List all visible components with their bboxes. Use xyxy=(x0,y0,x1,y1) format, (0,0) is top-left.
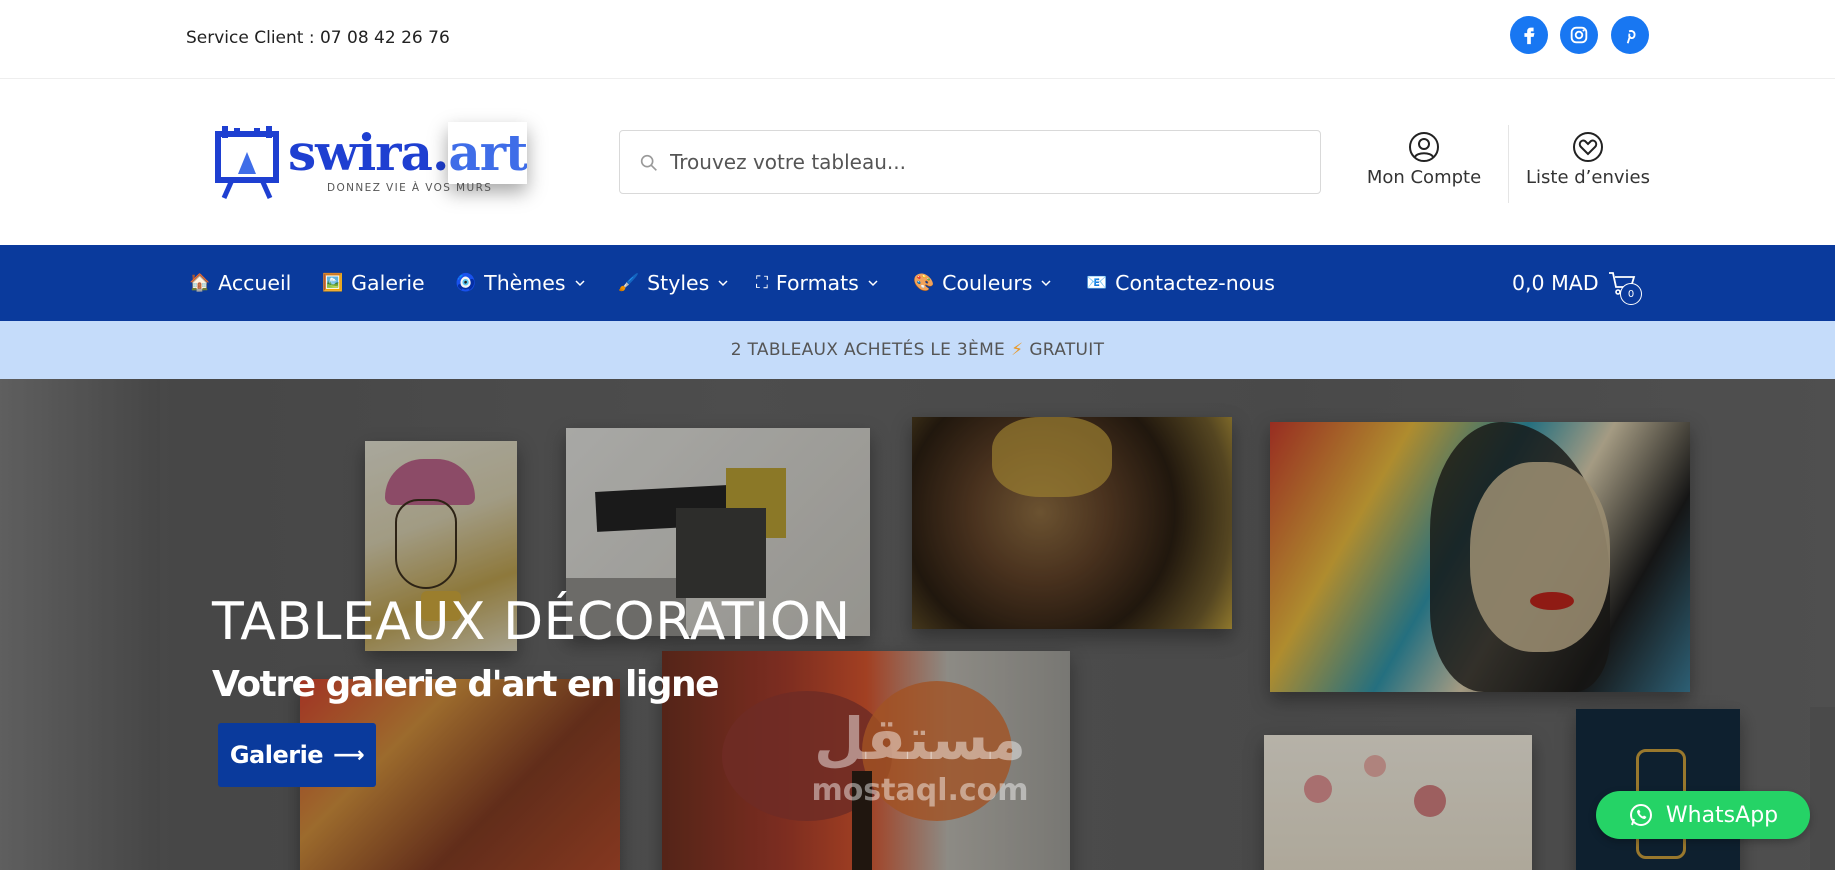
picture-icon: 🖼️ xyxy=(322,273,344,293)
logo-tld: art xyxy=(448,123,528,182)
account-link[interactable]: Mon Compte xyxy=(1358,131,1490,195)
logo-brand: swira xyxy=(288,123,433,182)
chevron-down-icon xyxy=(868,280,878,287)
facebook-icon[interactable] xyxy=(1510,16,1548,54)
wishlist-label: Liste d’envies xyxy=(1526,167,1650,188)
nav-item-styles[interactable]: 🖌️ Styles xyxy=(618,245,729,321)
nav-item-galerie[interactable]: 🖼️ Galerie xyxy=(322,245,425,321)
hero-title: TABLEAUX DÉCORATION xyxy=(212,592,851,652)
brush-icon: 🖌️ xyxy=(618,273,640,293)
galerie-button-label: Galerie xyxy=(229,741,324,769)
search-input[interactable] xyxy=(670,131,1300,193)
palette-icon: 🎨 xyxy=(913,273,935,293)
whatsapp-icon xyxy=(1629,804,1652,826)
cart-count-badge: 0 xyxy=(1620,283,1642,305)
nav-item-themes[interactable]: 🧿 Thèmes xyxy=(455,245,586,321)
logo-tagline: DONNEZ VIE À VOS MURS xyxy=(327,182,493,194)
chevron-down-icon xyxy=(575,280,585,287)
nav-label: Thèmes xyxy=(484,271,566,295)
promo-text-after: GRATUIT xyxy=(1029,340,1105,360)
logo-dot: . xyxy=(431,123,449,182)
nav-label: Galerie xyxy=(351,271,425,295)
chevron-down-icon xyxy=(1041,280,1051,287)
watermark: مستقل mostaql.com xyxy=(805,709,1035,808)
instagram-icon[interactable] xyxy=(1560,16,1598,54)
promo-text: 2 TABLEAUX ACHETÉS LE 3ÈME xyxy=(730,340,1006,360)
pinterest-icon[interactable] xyxy=(1611,16,1649,54)
nav-label: Couleurs xyxy=(942,271,1033,295)
site-header: swira.art DONNEZ VIE À VOS MURS Mon Comp… xyxy=(0,79,1835,245)
lightning-icon: ⚡ xyxy=(1011,340,1024,360)
search-icon xyxy=(640,154,657,171)
nav-item-formats[interactable]: ⛶ Formats xyxy=(756,245,879,321)
nav-item-accueil[interactable]: 🏠 Accueil xyxy=(189,245,291,321)
cart-link[interactable]: 0,0 MAD xyxy=(1512,245,1637,321)
wishlist-link[interactable]: Liste d’envies xyxy=(1522,131,1654,195)
nav-label: Formats xyxy=(775,271,859,295)
envelope-icon: 📧 xyxy=(1086,273,1108,293)
hero-banner: TABLEAUX DÉCORATION Votre galerie d'art … xyxy=(0,379,1835,870)
search-box[interactable] xyxy=(619,130,1321,194)
hero-right-edge xyxy=(1810,707,1835,870)
logo-wordmark: swira. art xyxy=(288,122,527,184)
whatsapp-label: WhatsApp xyxy=(1665,802,1779,828)
service-client-text: Service Client : 07 08 42 26 76 xyxy=(186,28,450,48)
main-nav: 🏠 Accueil 🖼️ Galerie 🧿 Thèmes 🖌️ Styles … xyxy=(0,245,1835,321)
home-icon: 🏠 xyxy=(189,273,211,293)
nav-label: Contactez-nous xyxy=(1115,271,1275,295)
whatsapp-button[interactable]: WhatsApp xyxy=(1596,791,1810,839)
nav-item-contact[interactable]: 📧 Contactez-nous xyxy=(1086,245,1275,321)
account-label: Mon Compte xyxy=(1366,167,1482,188)
nav-label: Styles xyxy=(647,271,710,295)
nav-label: Accueil xyxy=(218,271,292,295)
watermark-arabic: مستقل xyxy=(813,705,1027,773)
galerie-button[interactable]: Galerie ⟶ xyxy=(218,723,376,787)
header-divider xyxy=(1508,125,1509,203)
cart-total: 0,0 MAD xyxy=(1512,271,1599,295)
user-icon xyxy=(1409,132,1439,162)
hero-subtitle: Votre galerie d'art en ligne xyxy=(212,664,720,705)
nazar-icon: 🧿 xyxy=(455,273,477,293)
watermark-latin: mostaql.com xyxy=(811,773,1029,808)
frame-icon: ⛶ xyxy=(756,273,768,293)
arrow-right-icon: ⟶ xyxy=(333,742,365,768)
nav-item-couleurs[interactable]: 🎨 Couleurs xyxy=(913,245,1052,321)
top-bar: Service Client : 07 08 42 26 76 xyxy=(0,0,1835,79)
chevron-down-icon xyxy=(718,280,728,287)
easel-logo-icon xyxy=(215,126,279,200)
heart-icon xyxy=(1573,132,1603,162)
promo-banner: 2 TABLEAUX ACHETÉS LE 3ÈME ⚡ GRATUIT xyxy=(0,321,1835,379)
site-logo[interactable]: swira. art DONNEZ VIE À VOS MURS xyxy=(210,122,540,202)
